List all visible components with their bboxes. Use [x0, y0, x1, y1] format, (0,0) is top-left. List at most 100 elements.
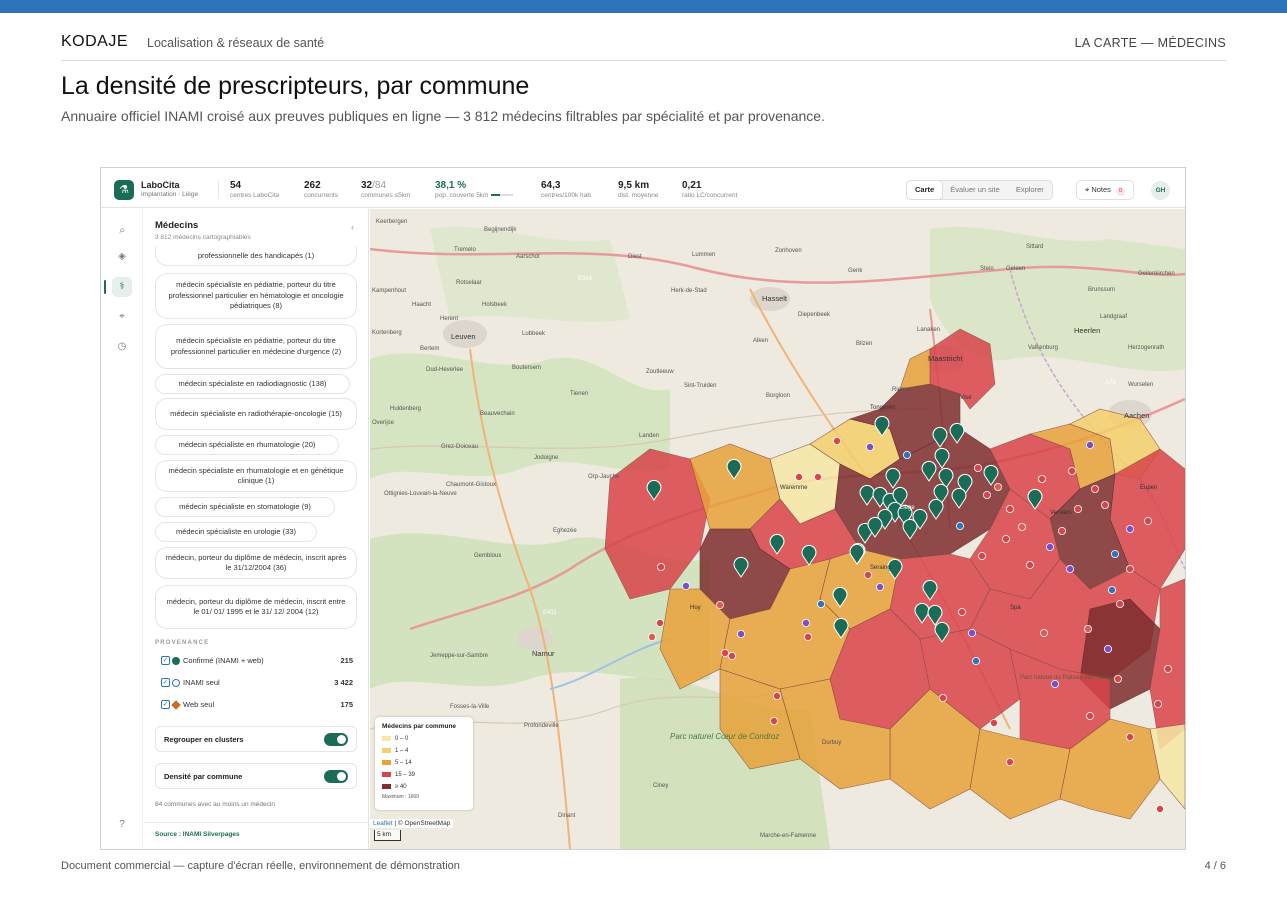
- tab-explorer[interactable]: Explorer: [1008, 181, 1052, 199]
- doctor-marker[interactable]: [978, 551, 987, 560]
- place-label: Hasselt: [762, 294, 788, 303]
- doctor-marker[interactable]: [1046, 542, 1055, 551]
- doctor-marker[interactable]: [1074, 504, 1083, 513]
- doctor-marker[interactable]: [1066, 564, 1075, 573]
- doctor-marker[interactable]: [772, 691, 781, 700]
- leaflet-link[interactable]: Leaflet: [373, 820, 393, 827]
- doctor-marker[interactable]: [1111, 549, 1120, 558]
- specialty-chip[interactable]: médecin, porteur du diplôme de médecin, …: [155, 585, 357, 629]
- doctor-marker[interactable]: [1018, 522, 1027, 531]
- specialty-chip[interactable]: médecin spécialiste en radiodiagnostic (…: [155, 374, 350, 394]
- doctor-marker[interactable]: [647, 632, 656, 641]
- layers-icon[interactable]: ◈: [112, 247, 132, 267]
- doctor-marker[interactable]: [1026, 560, 1035, 569]
- flask-logo-icon[interactable]: ⚗: [114, 180, 134, 200]
- doctor-marker[interactable]: [1101, 500, 1110, 509]
- doctor-marker[interactable]: [1002, 534, 1011, 543]
- doctor-marker[interactable]: [956, 521, 965, 530]
- doctor-marker[interactable]: [983, 490, 992, 499]
- doctor-marker[interactable]: [968, 628, 977, 637]
- doctor-marker[interactable]: [1104, 644, 1113, 653]
- doctor-marker[interactable]: [1086, 440, 1095, 449]
- doctor-marker[interactable]: [832, 436, 841, 445]
- collapse-panel-icon[interactable]: ‹: [351, 222, 354, 232]
- doctor-marker[interactable]: [865, 442, 874, 451]
- provenance-confirmed[interactable]: ✓ Confirmé (INAMI + web) 215: [161, 655, 353, 667]
- specialty-chip[interactable]: médecin spécialiste en rhumatologie et e…: [155, 460, 357, 492]
- avatar[interactable]: GH: [1151, 181, 1170, 200]
- map-svg[interactable]: Keerbergen Begijnendijk Tremelo Aarschot…: [370, 209, 1185, 849]
- doctor-marker[interactable]: [875, 582, 884, 591]
- doctor-marker[interactable]: [1164, 664, 1173, 673]
- doctor-marker[interactable]: [994, 482, 1003, 491]
- doctor-marker[interactable]: [990, 718, 999, 727]
- place-label: Dud-Heverlee: [426, 367, 464, 373]
- tab-carte[interactable]: Carte: [907, 181, 943, 199]
- doctor-marker[interactable]: [803, 632, 812, 641]
- doctor-marker[interactable]: [1126, 524, 1135, 533]
- place-label: Namur: [532, 649, 555, 658]
- doctor-marker[interactable]: [903, 450, 912, 459]
- map-canvas[interactable]: Keerbergen Begijnendijk Tremelo Aarschot…: [370, 209, 1185, 849]
- density-toggle[interactable]: [324, 770, 348, 783]
- specialty-chip[interactable]: médecin spécialiste en urologie (33): [155, 522, 317, 542]
- specialty-chip[interactable]: professionnelle des handicapés (1): [155, 247, 357, 266]
- doctor-marker[interactable]: [794, 472, 803, 481]
- provenance-web[interactable]: ✓ Web seul 175: [161, 699, 353, 711]
- doctor-marker[interactable]: [1116, 599, 1125, 608]
- doctor-marker[interactable]: [1154, 699, 1163, 708]
- doctor-marker[interactable]: [1058, 526, 1067, 535]
- doctor-marker[interactable]: [1108, 585, 1117, 594]
- doctor-marker[interactable]: [1006, 504, 1015, 513]
- provenance-inami[interactable]: ✓ INAMI seul 3 422: [161, 677, 353, 689]
- doctor-marker[interactable]: [681, 581, 690, 590]
- doctor-marker[interactable]: [1038, 474, 1047, 483]
- doctor-marker[interactable]: [769, 716, 778, 725]
- checkbox-icon[interactable]: ✓: [161, 678, 170, 687]
- search-icon[interactable]: ⌕: [112, 221, 132, 241]
- doctor-marker[interactable]: [958, 607, 967, 616]
- doctor-marker[interactable]: [972, 656, 981, 665]
- doctor-marker[interactable]: [1126, 733, 1135, 742]
- help-icon[interactable]: ?: [112, 815, 132, 835]
- doctor-marker[interactable]: [736, 629, 745, 638]
- doctor-marker[interactable]: [1006, 758, 1015, 767]
- doctor-marker[interactable]: [1114, 674, 1123, 683]
- doctor-marker[interactable]: [939, 693, 948, 702]
- doctor-marker[interactable]: [974, 463, 983, 472]
- doctor-marker[interactable]: [727, 651, 736, 660]
- cluster-toggle[interactable]: [324, 733, 348, 746]
- osm-attribution[interactable]: © OpenStreetMap: [398, 820, 450, 827]
- specialty-chip[interactable]: médecin spécialiste en pédiatrie, porteu…: [155, 273, 357, 319]
- specialty-chip[interactable]: médecin, porteur du diplôme de médecin, …: [155, 547, 357, 579]
- specialty-chip[interactable]: médecin spécialiste en radiothérapie-onc…: [155, 398, 357, 430]
- doctor-marker[interactable]: [656, 562, 665, 571]
- pin-icon[interactable]: ⌖: [112, 307, 132, 327]
- doctor-marker[interactable]: [1040, 628, 1049, 637]
- doctor-marker[interactable]: [1068, 466, 1077, 475]
- doctor-marker[interactable]: [1091, 484, 1100, 493]
- doctor-marker[interactable]: [801, 618, 810, 627]
- doctor-marker[interactable]: [1084, 624, 1093, 633]
- specialty-chip[interactable]: médecin spécialiste en rhumatologie (20): [155, 435, 339, 455]
- doctor-marker[interactable]: [720, 648, 729, 657]
- specialty-chip[interactable]: médecin spécialiste en pédiatrie, porteu…: [155, 324, 357, 369]
- tab-evaluer-site[interactable]: Évaluer un site: [942, 181, 1008, 199]
- checkbox-icon[interactable]: ✓: [161, 700, 170, 709]
- specialty-chip[interactable]: médecin spécialiste en stomatologie (9): [155, 497, 335, 517]
- checkbox-icon[interactable]: ✓: [161, 656, 170, 665]
- doctor-marker[interactable]: [1086, 711, 1095, 720]
- doctor-marker[interactable]: [715, 600, 724, 609]
- doctor-marker[interactable]: [1144, 516, 1153, 525]
- doctor-marker[interactable]: [816, 599, 825, 608]
- doctor-marker[interactable]: [655, 618, 664, 627]
- doctor-marker[interactable]: [1126, 564, 1135, 573]
- doctor-marker[interactable]: [813, 472, 822, 481]
- user-plus-icon[interactable]: ⚕: [112, 277, 132, 297]
- doctor-marker[interactable]: [863, 570, 872, 579]
- place-label: Dinant: [558, 813, 576, 819]
- notes-button[interactable]: ⌖ Notes 0: [1076, 180, 1135, 200]
- doctor-marker[interactable]: [1051, 679, 1060, 688]
- doctor-marker[interactable]: [1156, 805, 1165, 814]
- clock-icon[interactable]: ◷: [112, 337, 132, 357]
